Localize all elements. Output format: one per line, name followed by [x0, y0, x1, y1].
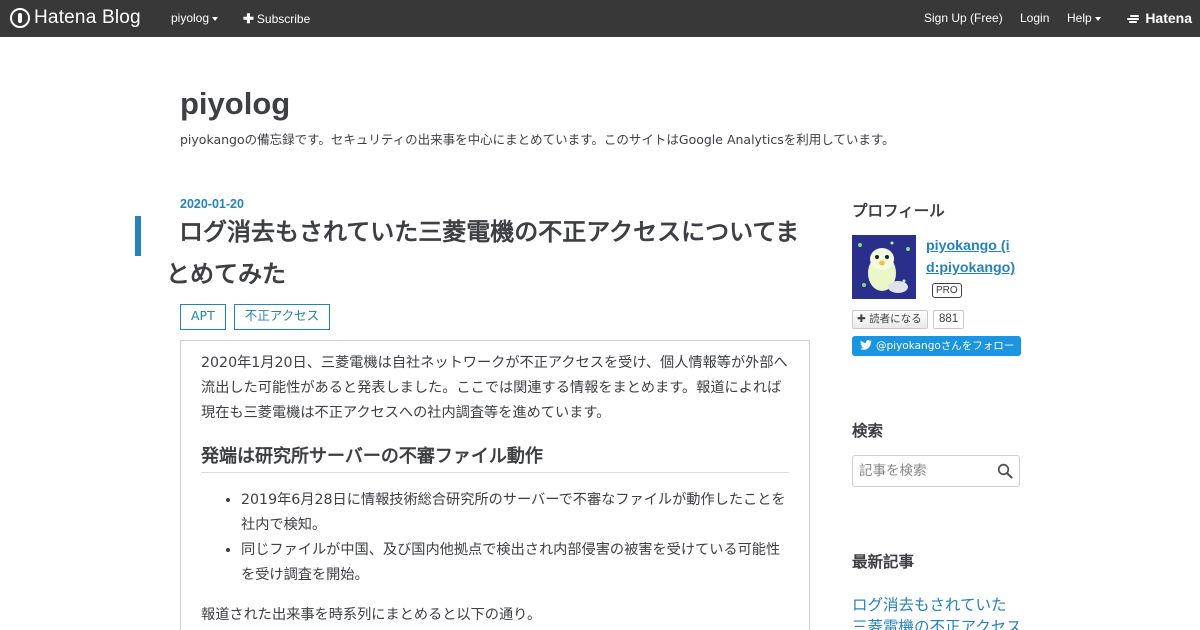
title-accent-bar [135, 216, 141, 256]
hatena-brand-link[interactable]: Hatena [1127, 0, 1192, 37]
section-heading: 発端は研究所サーバーの不審ファイル動作 [201, 442, 789, 473]
caret-down-icon [212, 16, 219, 21]
intro-paragraph: 2020年1月20日、三菱電機は自社ネットワークが不正アクセスを受け、個人情報等… [201, 355, 788, 421]
hatena-wind-icon [1127, 14, 1141, 24]
list-item: 2019年6月28日に情報技術総合研究所のサーバーで不審なファイルが動作したこと… [241, 488, 789, 538]
search-input[interactable] [853, 456, 993, 486]
profile-name-link[interactable]: piyokango (id:piyokango) PRO [926, 235, 1018, 301]
outro-paragraph: 報道された出来事を時系列にまとめると以下の通り。 [201, 607, 542, 623]
subscribe-reader-button[interactable]: ✚ 読者になる [852, 310, 928, 329]
global-header: Hatena Blog piyolog ✚ Subscribe Sign Up (… [0, 0, 1200, 37]
twitter-follow-button[interactable]: @piyokangoさんをフォロー [852, 336, 1021, 356]
signup-link[interactable]: Sign Up (Free) [924, 0, 1003, 37]
pro-badge: PRO [932, 283, 962, 298]
recent-entry-link[interactable]: ログ消去もされていた三菱電機の不正アクセスについてまとめてみた [852, 594, 1022, 630]
search-form [852, 455, 1020, 487]
plus-icon: ✚ [243, 11, 254, 26]
reader-button-label: 読者になる [869, 313, 922, 325]
blog-description: piyokangoの備忘録です。セキュリティの出来事を中心にまとめています。この… [180, 132, 895, 147]
plus-icon: ✚ [857, 313, 866, 325]
entry-title[interactable]: ログ消去もされていた三菱電機の不正アクセスについてまとめてみた [166, 211, 816, 295]
blog-title[interactable]: piyolog [180, 86, 290, 122]
hatena-blog-logo-icon [10, 8, 30, 28]
blog-menu-label: piyolog [171, 11, 210, 25]
search-icon[interactable] [997, 463, 1013, 479]
tag-unauthorized-access[interactable]: 不正アクセス [233, 304, 331, 330]
login-link[interactable]: Login [1020, 0, 1049, 37]
blog-menu-dropdown[interactable]: piyolog [171, 0, 219, 37]
help-dropdown[interactable]: Help [1067, 0, 1101, 37]
search-heading: 検索 [852, 422, 884, 440]
tag-apt[interactable]: APT [180, 304, 226, 330]
hatena-blog-logo[interactable]: Hatena Blog [10, 6, 141, 30]
twitter-bird-icon [860, 340, 872, 350]
subscribe-button[interactable]: ✚ Subscribe [243, 0, 310, 37]
profile-name: piyokango (id:piyokango) [926, 238, 1016, 276]
parakeet-avatar-icon [852, 235, 916, 299]
reader-count: 881 [933, 310, 965, 329]
subscribe-label: Subscribe [256, 12, 311, 26]
entry-content: 2020年1月20日、三菱電機は自社ネットワークが不正アクセスを受け、個人情報等… [180, 340, 810, 630]
avatar[interactable] [852, 235, 916, 299]
help-label: Help [1067, 11, 1092, 25]
logo-text: Hatena Blog [34, 7, 141, 28]
list-item: 同じファイルが中国、及び国内他拠点で検出され内部侵害の被害を受けている可能性を受… [241, 538, 789, 588]
brand-label: Hatena [1145, 10, 1192, 26]
entry-date[interactable]: 2020-01-20 [180, 197, 244, 211]
caret-down-icon [1094, 16, 1101, 21]
bullet-list: 2019年6月28日に情報技術総合研究所のサーバーで不審なファイルが動作したこと… [201, 488, 789, 588]
profile-heading: プロフィール [852, 202, 945, 220]
entry-tags: APT 不正アクセス [180, 304, 331, 330]
twitter-button-label: @piyokangoさんをフォロー [876, 340, 1015, 352]
recent-entries-heading: 最新記事 [852, 553, 915, 571]
